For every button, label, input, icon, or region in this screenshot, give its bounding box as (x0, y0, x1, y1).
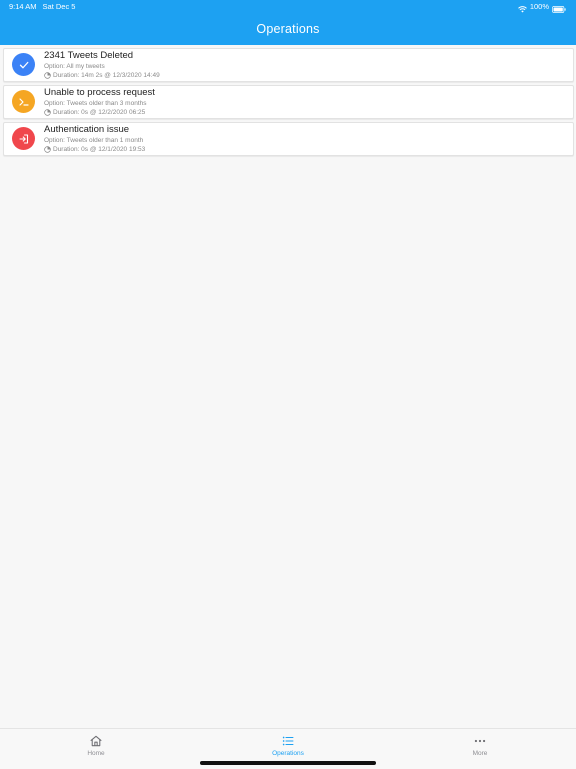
app-header: 9:14 AM Sat Dec 5 100% Operations (0, 0, 576, 45)
list-icon (282, 736, 294, 746)
operation-title: Authentication issue (44, 124, 130, 135)
operation-card[interactable]: 2341 Tweets Deleted Option: All my tweet… (3, 48, 574, 82)
more-icon (474, 739, 486, 743)
tab-home[interactable]: Home (56, 734, 136, 760)
tab-more-label: More (472, 750, 488, 757)
status-date: Sat Dec 5 (42, 2, 76, 11)
tab-home-label: Home (87, 750, 105, 757)
tab-more[interactable]: More (440, 734, 520, 760)
timer-icon (44, 146, 51, 153)
operation-details: 2341 Tweets Deleted Option: All my tweet… (44, 50, 567, 80)
check-icon (19, 61, 28, 68)
error-status-badge (12, 127, 35, 150)
operation-duration-text: Duration: 14m 2s @ 12/3/2020 14:49 (53, 72, 160, 79)
status-indicators: 100% (517, 0, 566, 14)
operation-duration-text: Duration: 0s @ 12/2/2020 06:25 (53, 109, 146, 116)
status-time: 9:14 AM Sat Dec 5 (9, 0, 75, 14)
operation-card[interactable]: Authentication issue Option: Tweets olde… (3, 122, 574, 156)
operation-title: 2341 Tweets Deleted (44, 50, 134, 61)
sign-in-icon (18, 133, 28, 144)
operation-title: Unable to process request (44, 87, 155, 98)
operations-list: 2341 Tweets Deleted Option: All my tweet… (3, 48, 574, 159)
tab-operations[interactable]: Operations (248, 734, 328, 760)
tab-operations-label: Operations (272, 750, 304, 757)
status-time-text: 9:14 AM (9, 2, 37, 11)
timer-icon (44, 72, 51, 79)
operation-details: Authentication issue Option: Tweets olde… (44, 124, 567, 154)
page-title: Operations (256, 22, 320, 36)
terminal-icon (18, 97, 29, 106)
warning-status-badge (12, 90, 35, 113)
operation-duration: Duration: 0s @ 12/1/2020 19:53 (44, 145, 567, 154)
operation-option: Option: Tweets older than 3 months (44, 100, 147, 107)
battery-icon (552, 4, 566, 13)
tab-bar: Home Operations More (0, 728, 576, 769)
operation-option: Option: All my tweets (44, 63, 105, 70)
wifi-icon (517, 4, 527, 12)
operation-duration: Duration: 14m 2s @ 12/3/2020 14:49 (44, 71, 567, 80)
success-status-badge (12, 53, 35, 76)
status-bar: 9:14 AM Sat Dec 5 100% (0, 0, 576, 14)
timer-icon (44, 109, 51, 116)
battery-percent: 100% (529, 2, 549, 11)
operation-duration-text: Duration: 0s @ 12/1/2020 19:53 (53, 146, 146, 153)
home-icon (90, 735, 102, 747)
home-indicator (200, 761, 376, 765)
operation-details: Unable to process request Option: Tweets… (44, 87, 567, 117)
operation-option: Option: Tweets older than 1 month (44, 137, 144, 144)
operation-card[interactable]: Unable to process request Option: Tweets… (3, 85, 574, 119)
operation-duration: Duration: 0s @ 12/2/2020 06:25 (44, 108, 567, 117)
